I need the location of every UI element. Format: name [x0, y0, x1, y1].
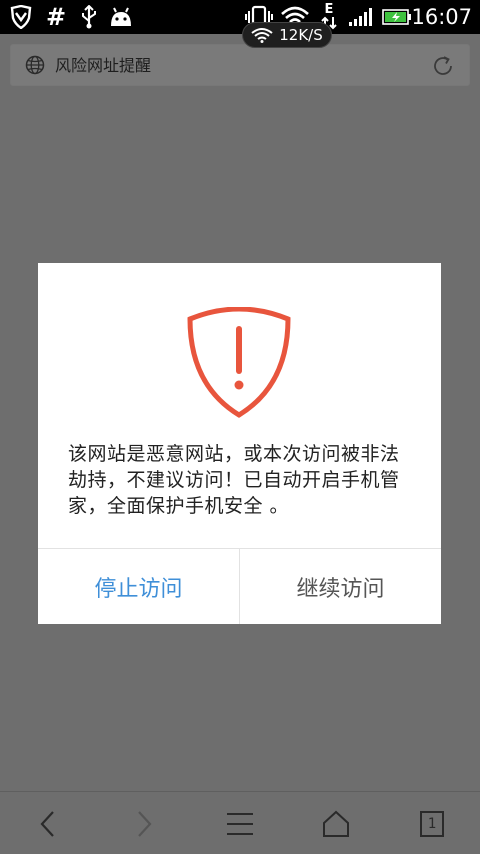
menu-icon	[227, 812, 253, 835]
address-bar: 风险网址提醒	[0, 34, 480, 96]
signal-icon	[348, 4, 376, 30]
refresh-icon[interactable]	[431, 54, 455, 82]
shield-icon	[8, 4, 34, 30]
page-title: 风险网址提醒	[55, 56, 152, 75]
stop-visit-button[interactable]: 停止访问	[38, 549, 239, 624]
home-button[interactable]	[288, 792, 384, 854]
hash-icon: #	[45, 3, 67, 31]
network-speed-badge: 12K/S	[242, 22, 332, 48]
back-icon	[40, 810, 54, 837]
status-bar: # E 16:07	[0, 0, 480, 34]
continue-visit-button[interactable]: 继续访问	[240, 549, 441, 624]
clock: 16:07	[411, 5, 472, 29]
network-type-label: E	[324, 2, 334, 17]
risk-warning-dialog: 该网站是恶意网站，或本次访问被非法劫持，不建议访问！已自动开启手机管家，全面保护…	[38, 263, 441, 624]
android-icon	[108, 4, 134, 30]
tabs-button[interactable]: 1	[384, 792, 480, 854]
warning-message: 该网站是恶意网站，或本次访问被非法劫持，不建议访问！已自动开启手机管家，全面保护…	[68, 443, 400, 517]
menu-button[interactable]	[192, 792, 288, 854]
battery-charging-icon	[382, 4, 412, 30]
back-button[interactable]	[0, 792, 96, 854]
wifi-small-icon	[251, 28, 273, 43]
usb-icon	[78, 4, 100, 30]
forward-button[interactable]	[96, 792, 192, 854]
network-speed-text: 12K/S	[279, 26, 323, 44]
forward-icon	[138, 810, 152, 837]
shield-warning-icon	[184, 306, 294, 423]
home-icon	[323, 810, 349, 837]
bottom-toolbar: 1	[0, 791, 480, 854]
url-field[interactable]: 风险网址提醒	[10, 44, 470, 86]
tabs-icon: 1	[420, 810, 444, 837]
globe-icon	[25, 55, 45, 79]
